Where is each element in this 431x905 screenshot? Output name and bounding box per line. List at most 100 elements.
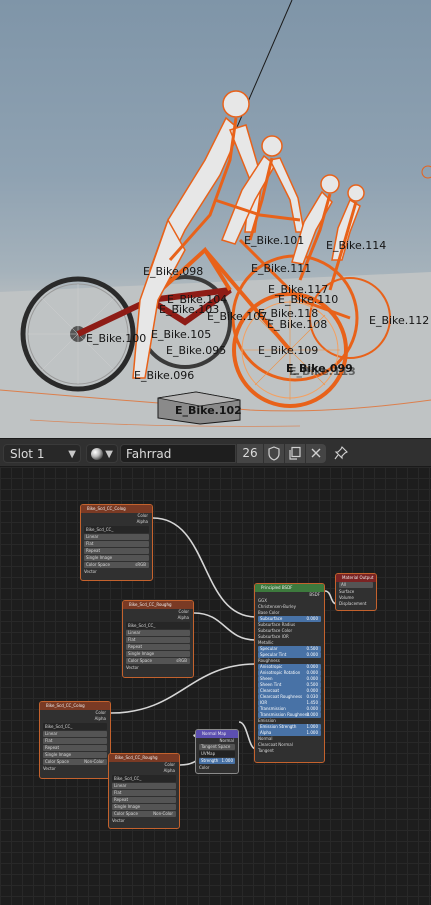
interpolation-field[interactable]: Linear <box>112 783 176 789</box>
material-name-field[interactable]: Fahrrad <box>120 444 236 463</box>
bsdf-input-label: Emission <box>258 718 276 723</box>
bsdf-input-label: Christensen-Burley <box>258 604 296 609</box>
object-label[interactable]: E_Bike.113 <box>289 366 356 378</box>
bsdf-input-label: Normal <box>258 736 273 741</box>
bsdf-input-row[interactable]: Tangent <box>255 748 324 754</box>
source-field[interactable]: Single Image <box>126 651 190 657</box>
principled-bsdf-node[interactable]: Principled BSDF BSDF GGX Christensen-Burl… <box>254 583 325 763</box>
interpolation-field[interactable]: Linear <box>43 731 107 737</box>
duplicate-icon <box>289 446 301 460</box>
colorspace-field[interactable]: Color Space Non-Color <box>112 811 176 817</box>
alpha-output: Alpha <box>177 615 189 620</box>
node-links <box>110 517 338 766</box>
object-label[interactable]: E_Bike.105 <box>151 329 211 341</box>
alpha-output: Alpha <box>163 768 175 773</box>
normal-map-node[interactable]: Normal Map Normal Tangent Space UVMap St… <box>195 729 239 774</box>
colorspace-field[interactable]: Color Space sRGB <box>126 658 190 664</box>
object-label[interactable]: E_Bike.109 <box>258 345 318 357</box>
object-label[interactable]: E_Bike.112 <box>369 315 429 327</box>
bsdf-input-label: Sheen Tint <box>260 682 282 687</box>
object-label[interactable]: E_Bike.111 <box>251 263 311 275</box>
source-field[interactable]: Single Image <box>43 752 107 758</box>
projection-field[interactable]: Flat <box>112 790 176 796</box>
object-label[interactable]: E_Bike.108 <box>267 319 327 331</box>
bsdf-input-label: Tangent <box>258 748 274 753</box>
strength-field[interactable]: Strength 1.000 <box>199 758 235 764</box>
node-title: Bike_Scd_CC_Roughg <box>123 601 193 609</box>
shield-icon <box>268 446 280 461</box>
image-field[interactable]: Bike_Scd_CC_ <box>112 775 176 782</box>
bsdf-input-label: Clearcoat Roughness <box>260 694 303 699</box>
interpolation-field[interactable]: Linear <box>126 630 190 636</box>
pin-icon <box>334 446 348 460</box>
fake-user-button[interactable] <box>264 444 284 463</box>
browse-material-button[interactable]: ▼ <box>86 444 118 463</box>
vector-input: Vector <box>112 818 125 823</box>
target-field[interactable]: All <box>339 582 373 588</box>
bsdf-input-label: GGX <box>258 598 267 603</box>
uvmap-field[interactable]: UVMap <box>199 751 235 757</box>
bsdf-input-label: Transmission Roughness <box>260 712 309 717</box>
bsdf-input-label: Clearcoat <box>260 688 280 693</box>
material-output-node[interactable]: Material Output All Surface Volume Displ… <box>335 573 377 611</box>
bsdf-input-label: Alpha <box>260 730 272 735</box>
image-field[interactable]: Bike_Scd_CC_ <box>84 526 149 533</box>
alpha-output: Alpha <box>136 519 148 524</box>
bsdf-input-label: Subsurface Color <box>258 628 293 633</box>
object-label[interactable]: E_Bike.096 <box>134 370 194 382</box>
node-title: Principled BSDF <box>255 584 324 592</box>
object-label[interactable]: E_Bike.098 <box>143 266 203 278</box>
image-texture-node[interactable]: Bike_Scd_CC_Colog Color Alpha Bike_Scd_C… <box>80 504 153 581</box>
bsdf-inputs: GGX Christensen-Burley Base Color Subsurfac… <box>255 598 324 754</box>
bsdf-input-label: Roughness <box>258 658 280 663</box>
space-field[interactable]: Tangent Space <box>199 744 235 750</box>
chevron-down-icon: ▼ <box>68 449 76 460</box>
extension-field[interactable]: Repeat <box>84 548 149 554</box>
viewport-scene <box>0 0 431 438</box>
image-field[interactable]: Bike_Scd_CC_ <box>126 622 190 629</box>
bsdf-input-label: Subsurface IOR <box>258 634 289 639</box>
extension-field[interactable]: Repeat <box>112 797 176 803</box>
normal-output: Normal <box>219 738 234 743</box>
material-name-text: Fahrrad <box>126 447 172 461</box>
projection-field[interactable]: Flat <box>84 541 149 547</box>
bsdf-input-label: Specular Tint <box>260 652 287 657</box>
object-label[interactable]: E_Bike.110 <box>278 294 338 306</box>
source-field[interactable]: Single Image <box>112 804 176 810</box>
unlink-material-button[interactable] <box>306 444 326 463</box>
image-field[interactable]: Bike_Scd_CC_ <box>43 723 107 730</box>
image-texture-node[interactable]: Bike_Scd_CC_Roughg Color Alpha Bike_Scd_… <box>122 600 194 678</box>
object-label[interactable]: E_Bike.100 <box>86 333 146 345</box>
colorspace-field[interactable]: Color Space sRGB <box>84 562 149 568</box>
projection-field[interactable]: Flat <box>126 637 190 643</box>
bsdf-input-label: Anisotropic Rotation <box>260 670 301 675</box>
3d-viewport[interactable]: E_Bike.101 E_Bike.114 E_Bike.098 E_Bike.… <box>0 0 431 438</box>
extension-field[interactable]: Repeat <box>126 644 190 650</box>
bsdf-input-label: Metallic <box>258 640 274 645</box>
node-title: Bike_Scd_CC_Colog <box>40 702 110 710</box>
bsdf-input-label: Anisotropic <box>260 664 283 669</box>
image-texture-node[interactable]: Bike_Scd_CC_Colog Color Alpha Bike_Scd_C… <box>39 701 111 779</box>
vector-input: Vector <box>84 569 97 574</box>
object-label[interactable]: E_Bike.102 <box>175 405 242 417</box>
bsdf-input-label: Base Color <box>258 610 280 615</box>
extension-field[interactable]: Repeat <box>43 745 107 751</box>
node-title: Material Output <box>336 574 376 582</box>
interpolation-field[interactable]: Linear <box>84 534 149 540</box>
material-slot-dropdown[interactable]: Slot 1 ▼ <box>3 444 81 463</box>
source-field[interactable]: Single Image <box>84 555 149 561</box>
pin-button[interactable] <box>331 444 351 463</box>
color-input: Color <box>199 765 210 770</box>
duplicate-material-button[interactable] <box>285 444 305 463</box>
node-editor-header: Slot 1 ▼ ▼ Fahrrad 26 <box>0 438 431 467</box>
projection-field[interactable]: Flat <box>43 738 107 744</box>
colorspace-field[interactable]: Color Space Non-Color <box>43 759 107 765</box>
object-label[interactable]: E_Bike.101 <box>244 235 304 247</box>
slot-label: Slot 1 <box>10 447 45 461</box>
object-label[interactable]: E_Bike.114 <box>326 240 386 252</box>
user-count[interactable]: 26 <box>237 444 263 463</box>
object-label[interactable]: E_Bike.095 <box>166 345 226 357</box>
image-texture-node[interactable]: Bike_Scd_CC_Roughg Color Alpha Bike_Scd_… <box>108 753 180 829</box>
shader-node-editor[interactable]: Bike_Scd_CC_Colog Color Alpha Bike_Scd_C… <box>0 467 431 905</box>
bsdf-input-label: Clearcoat Normal <box>258 742 293 747</box>
